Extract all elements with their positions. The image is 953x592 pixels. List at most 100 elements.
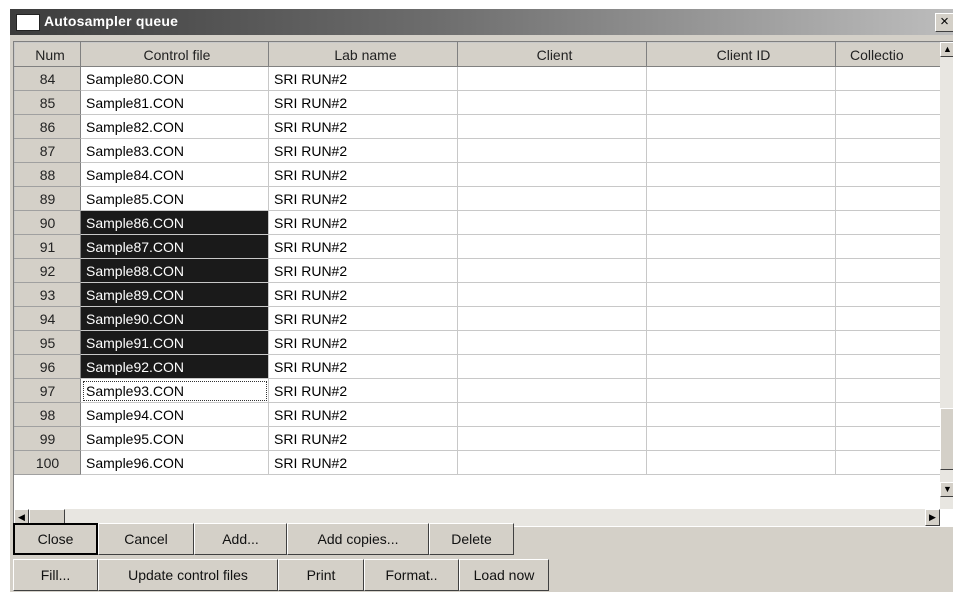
client-cell[interactable] xyxy=(457,258,647,283)
lab-name-cell[interactable]: SRI RUN#2 xyxy=(268,234,458,259)
row-number-cell[interactable]: 95 xyxy=(14,330,81,355)
table-row[interactable]: 90 Sample86.CON SRI RUN#2 xyxy=(14,210,953,235)
control-file-cell[interactable]: Sample92.CON xyxy=(80,354,269,379)
table-row[interactable]: 85 Sample81.CON SRI RUN#2 xyxy=(14,90,953,115)
collection-cell[interactable] xyxy=(835,138,953,163)
client-cell[interactable] xyxy=(457,210,647,235)
close-button[interactable]: Close xyxy=(13,523,98,555)
row-number-cell[interactable]: 93 xyxy=(14,282,81,307)
collection-cell[interactable] xyxy=(835,330,953,355)
lab-name-cell[interactable]: SRI RUN#2 xyxy=(268,402,458,427)
table-row[interactable]: 99 Sample95.CON SRI RUN#2 xyxy=(14,426,953,451)
row-number-cell[interactable]: 94 xyxy=(14,306,81,331)
client-id-cell[interactable] xyxy=(646,330,836,355)
client-id-cell[interactable] xyxy=(646,378,836,403)
row-number-cell[interactable]: 88 xyxy=(14,162,81,187)
print-button[interactable]: Print xyxy=(278,559,364,591)
table-row[interactable]: 100 Sample96.CON SRI RUN#2 xyxy=(14,450,953,475)
scroll-right-button[interactable]: ▶ xyxy=(925,509,940,526)
lab-name-cell[interactable]: SRI RUN#2 xyxy=(268,330,458,355)
collection-cell[interactable] xyxy=(835,306,953,331)
table-row[interactable]: 96 Sample92.CON SRI RUN#2 xyxy=(14,354,953,379)
column-header-num[interactable]: Num xyxy=(14,42,81,67)
window-close-button[interactable]: × xyxy=(935,13,953,32)
client-cell[interactable] xyxy=(457,138,647,163)
title-bar[interactable]: Autosampler queue × xyxy=(10,9,953,35)
load-now-button[interactable]: Load now xyxy=(459,559,549,591)
update-control-files-button[interactable]: Update control files xyxy=(98,559,278,591)
control-file-cell[interactable]: Sample88.CON xyxy=(80,258,269,283)
row-number-cell[interactable]: 99 xyxy=(14,426,81,451)
lab-name-cell[interactable]: SRI RUN#2 xyxy=(268,90,458,115)
table-row[interactable]: 94 Sample90.CON SRI RUN#2 xyxy=(14,306,953,331)
cancel-button[interactable]: Cancel xyxy=(98,523,194,555)
row-number-cell[interactable]: 96 xyxy=(14,354,81,379)
lab-name-cell[interactable]: SRI RUN#2 xyxy=(268,162,458,187)
row-number-cell[interactable]: 89 xyxy=(14,186,81,211)
collection-cell[interactable] xyxy=(835,114,953,139)
client-id-cell[interactable] xyxy=(646,66,836,91)
column-header-client[interactable]: Client xyxy=(457,42,647,67)
control-file-cell[interactable]: Sample91.CON xyxy=(80,330,269,355)
client-id-cell[interactable] xyxy=(646,258,836,283)
table-row[interactable]: 91 Sample87.CON SRI RUN#2 xyxy=(14,234,953,259)
row-number-cell[interactable]: 98 xyxy=(14,402,81,427)
collection-cell[interactable] xyxy=(835,186,953,211)
add-button[interactable]: Add... xyxy=(194,523,287,555)
client-cell[interactable] xyxy=(457,378,647,403)
client-cell[interactable] xyxy=(457,306,647,331)
lab-name-cell[interactable]: SRI RUN#2 xyxy=(268,426,458,451)
row-number-cell[interactable]: 90 xyxy=(14,210,81,235)
client-id-cell[interactable] xyxy=(646,282,836,307)
fill-button[interactable]: Fill... xyxy=(13,559,98,591)
row-number-cell[interactable]: 85 xyxy=(14,90,81,115)
collection-cell[interactable] xyxy=(835,378,953,403)
client-cell[interactable] xyxy=(457,114,647,139)
scroll-down-button[interactable]: ▼ xyxy=(940,482,953,497)
client-cell[interactable] xyxy=(457,234,647,259)
collection-cell[interactable] xyxy=(835,402,953,427)
client-cell[interactable] xyxy=(457,162,647,187)
client-cell[interactable] xyxy=(457,186,647,211)
table-row[interactable]: 95 Sample91.CON SRI RUN#2 xyxy=(14,330,953,355)
table-row[interactable]: 87 Sample83.CON SRI RUN#2 xyxy=(14,138,953,163)
client-id-cell[interactable] xyxy=(646,138,836,163)
collection-cell[interactable] xyxy=(835,90,953,115)
row-number-cell[interactable]: 92 xyxy=(14,258,81,283)
lab-name-cell[interactable]: SRI RUN#2 xyxy=(268,66,458,91)
table-row[interactable]: 98 Sample94.CON SRI RUN#2 xyxy=(14,402,953,427)
client-id-cell[interactable] xyxy=(646,402,836,427)
column-header-lab-name[interactable]: Lab name xyxy=(268,42,458,67)
table-row[interactable]: 84 Sample80.CON SRI RUN#2 xyxy=(14,66,953,91)
lab-name-cell[interactable]: SRI RUN#2 xyxy=(268,138,458,163)
row-number-cell[interactable]: 86 xyxy=(14,114,81,139)
collection-cell[interactable] xyxy=(835,426,953,451)
client-cell[interactable] xyxy=(457,282,647,307)
client-id-cell[interactable] xyxy=(646,90,836,115)
lab-name-cell[interactable]: SRI RUN#2 xyxy=(268,306,458,331)
row-number-cell[interactable]: 91 xyxy=(14,234,81,259)
client-cell[interactable] xyxy=(457,90,647,115)
client-id-cell[interactable] xyxy=(646,162,836,187)
client-cell[interactable] xyxy=(457,426,647,451)
table-row[interactable]: 89 Sample85.CON SRI RUN#2 xyxy=(14,186,953,211)
table-row[interactable]: 92 Sample88.CON SRI RUN#2 xyxy=(14,258,953,283)
collection-cell[interactable] xyxy=(835,162,953,187)
client-id-cell[interactable] xyxy=(646,210,836,235)
client-cell[interactable] xyxy=(457,330,647,355)
client-id-cell[interactable] xyxy=(646,306,836,331)
client-cell[interactable] xyxy=(457,354,647,379)
collection-cell[interactable] xyxy=(835,210,953,235)
control-file-cell[interactable]: Sample93.CON xyxy=(80,378,269,403)
column-header-client-id[interactable]: Client ID xyxy=(646,42,836,67)
collection-cell[interactable] xyxy=(835,354,953,379)
column-header-collection[interactable]: Collectio xyxy=(835,42,953,67)
lab-name-cell[interactable]: SRI RUN#2 xyxy=(268,186,458,211)
control-file-cell[interactable]: Sample80.CON xyxy=(80,66,269,91)
lab-name-cell[interactable]: SRI RUN#2 xyxy=(268,282,458,307)
client-id-cell[interactable] xyxy=(646,450,836,475)
control-file-cell[interactable]: Sample86.CON xyxy=(80,210,269,235)
lab-name-cell[interactable]: SRI RUN#2 xyxy=(268,354,458,379)
lab-name-cell[interactable]: SRI RUN#2 xyxy=(268,258,458,283)
vertical-scroll-thumb[interactable] xyxy=(940,408,953,470)
